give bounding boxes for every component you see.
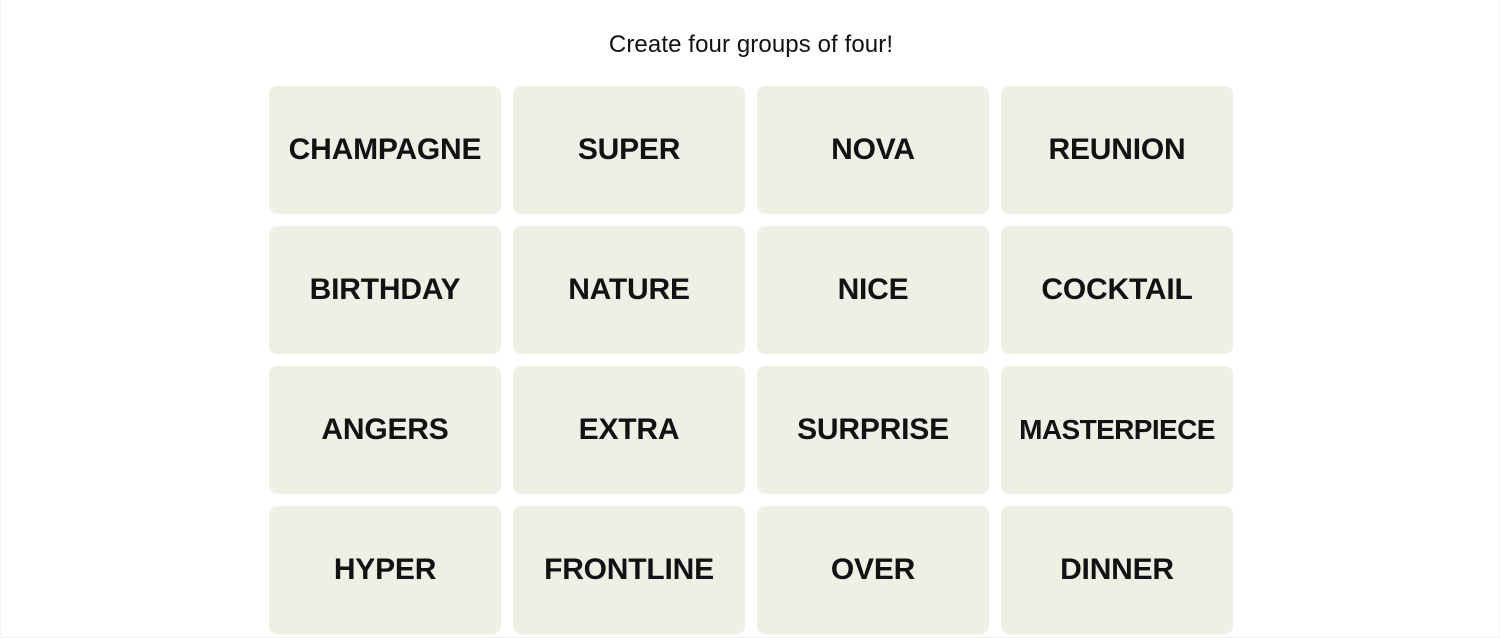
instruction-text: Create four groups of four! [608,31,894,58]
word-tile[interactable]: SUPER [513,86,745,214]
word-tile-label: NICE [837,273,909,306]
word-tile[interactable]: REUNION [1001,86,1233,214]
word-tile[interactable]: SURPRISE [757,366,989,494]
word-tile-label: OVER [830,553,916,586]
word-tile[interactable]: DINNER [1001,506,1233,634]
word-tile[interactable]: OVER [757,506,989,634]
word-tile[interactable]: BIRTHDAY [269,226,501,354]
word-tile[interactable]: MASTERPIECE [1001,366,1233,494]
word-tile[interactable]: NICE [757,226,989,354]
word-tile-label: MASTERPIECE [1019,414,1215,445]
word-tile[interactable]: FRONTLINE [513,506,745,634]
word-tile-label: ANGERS [321,413,449,446]
word-tile-label: HYPER [333,553,437,586]
page-frame: Create four groups of four! CHAMPAGNE SUP… [0,0,1500,638]
word-tile-label: SURPRISE [797,413,949,446]
word-tile-label: DINNER [1060,553,1174,586]
word-tile-label: REUNION [1048,133,1186,166]
word-tile-label: FRONTLINE [544,553,714,586]
word-tile[interactable]: HYPER [269,506,501,634]
word-tile[interactable]: EXTRA [513,366,745,494]
word-tile[interactable]: NATURE [513,226,745,354]
word-tile-label: CHAMPAGNE [288,133,482,166]
word-tile-label: NATURE [568,273,690,306]
word-tile-label: NOVA [831,133,915,166]
word-tile-label: SUPER [577,133,681,166]
word-tile[interactable]: ANGERS [269,366,501,494]
word-tile-label: EXTRA [578,413,680,446]
word-tile[interactable]: NOVA [757,86,989,214]
puzzle-grid: CHAMPAGNE SUPER NOVA REUNION BIRTHDAY NATURE N… [269,86,1233,634]
word-tile-label: BIRTHDAY [309,273,461,306]
word-tile-label: COCKTAIL [1041,273,1193,306]
connections-game: Create four groups of four! CHAMPAGNE SUP… [1,0,1499,637]
word-tile[interactable]: CHAMPAGNE [269,86,501,214]
word-tile[interactable]: COCKTAIL [1001,226,1233,354]
